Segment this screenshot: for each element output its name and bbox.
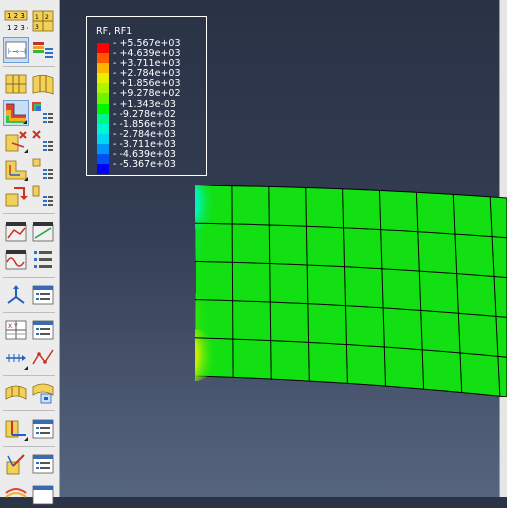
legend-swatch bbox=[97, 63, 109, 74]
tool-coordinate-system-manager[interactable] bbox=[30, 416, 56, 442]
tool-animate-harmonic[interactable] bbox=[3, 247, 29, 273]
tool-plot-symbols[interactable] bbox=[3, 128, 29, 154]
tool-symbol-options[interactable] bbox=[30, 128, 56, 154]
legend-swatch bbox=[97, 154, 109, 165]
legend-label: - -5.367e+03 bbox=[113, 159, 176, 171]
tool-numbered-elements[interactable]: 1 2 3 1 2 3 4 bbox=[3, 8, 29, 34]
animate-time-history-icon bbox=[5, 222, 27, 242]
tool-orientation-options[interactable] bbox=[30, 156, 56, 182]
contour-legend: RF, RF1 - +5.567e+03- +4.639e+03- +3.711… bbox=[86, 16, 207, 176]
tool-create-path[interactable] bbox=[3, 345, 29, 371]
element-set-icon: 1 2 3 bbox=[32, 10, 54, 32]
animation-options-icon bbox=[34, 251, 52, 268]
stream-icon bbox=[5, 488, 27, 498]
tool-plot-contours[interactable] bbox=[3, 100, 29, 126]
tool-contour-options[interactable] bbox=[30, 100, 56, 126]
fe-model-contour[interactable] bbox=[195, 185, 507, 397]
deformed-shape-icon bbox=[32, 74, 54, 95]
free-body-cut-icon bbox=[6, 454, 25, 475]
legend-title: RF, RF1 bbox=[96, 26, 133, 37]
contour-options-icon bbox=[32, 102, 53, 123]
numbering-icon: 1 2 3 1 2 3 4 bbox=[4, 10, 28, 32]
svg-text:3: 3 bbox=[35, 24, 39, 31]
tool-allow-multiple-plots[interactable] bbox=[3, 183, 29, 209]
toolbox-panel: 1 2 3 1 2 3 4 1 2 3 ⊦⊸⊣ bbox=[0, 0, 60, 505]
replace-display-group-icon bbox=[32, 383, 54, 404]
legend-swatch bbox=[97, 93, 109, 104]
tool-plot-undeformed[interactable] bbox=[3, 71, 29, 97]
tool-free-body-cut[interactable] bbox=[3, 451, 29, 477]
tool-stream[interactable] bbox=[3, 482, 29, 508]
tool-animate-time-history[interactable] bbox=[3, 219, 29, 245]
tool-create-field-output[interactable] bbox=[3, 282, 29, 308]
tool-plot-deformed[interactable] bbox=[30, 71, 56, 97]
xy-data-manager-icon bbox=[32, 320, 54, 340]
field-output-dialog-icon bbox=[32, 285, 54, 305]
tool-free-body-manager[interactable] bbox=[30, 451, 56, 477]
xy-data-icon: X Y bbox=[5, 320, 27, 340]
svg-text:1: 1 bbox=[35, 14, 39, 21]
tool-animate-scale-factor[interactable] bbox=[30, 219, 56, 245]
legend-swatch bbox=[97, 73, 109, 84]
tool-field-output-dialog[interactable] bbox=[30, 282, 56, 308]
free-body-manager-icon bbox=[32, 454, 54, 474]
field-output-icon bbox=[7, 285, 25, 304]
tool-xy-data-manager[interactable] bbox=[30, 317, 56, 343]
svg-text:⊦⊸⊣: ⊦⊸⊣ bbox=[8, 47, 26, 56]
undeformed-shape-icon bbox=[5, 74, 27, 94]
tool-stream-manager[interactable] bbox=[30, 482, 56, 508]
tool-element-sets[interactable]: 1 2 3 bbox=[30, 8, 56, 34]
view-cut-icon: ⊦⊸⊣ bbox=[5, 41, 27, 59]
svg-text:X Y: X Y bbox=[8, 323, 18, 330]
tool-coordinate-system[interactable] bbox=[3, 416, 29, 442]
svg-text:2: 2 bbox=[45, 14, 49, 21]
tool-create-display-group[interactable] bbox=[3, 380, 29, 406]
legend-labels: - +5.567e+03- +4.639e+03- +3.711e+03- +2… bbox=[113, 38, 181, 171]
tool-section-layers[interactable] bbox=[30, 37, 56, 63]
section-layers-icon bbox=[33, 42, 53, 58]
symbol-options-icon bbox=[32, 130, 53, 151]
multiple-plots-icon bbox=[5, 187, 28, 207]
legend-swatch bbox=[97, 53, 109, 64]
tool-create-xy-data[interactable]: X Y bbox=[3, 317, 29, 343]
tool-animation-options[interactable] bbox=[30, 247, 56, 273]
legend-swatch bbox=[97, 43, 109, 54]
svg-text:1 2 3: 1 2 3 bbox=[7, 12, 25, 20]
legend-color-bar bbox=[97, 43, 109, 175]
superimpose-options-icon bbox=[32, 185, 53, 206]
display-group-icon bbox=[5, 385, 27, 400]
legend-swatch bbox=[97, 123, 109, 134]
xy-plot-icon bbox=[32, 349, 54, 365]
stream-manager-icon bbox=[32, 485, 54, 505]
tool-replace-display-group[interactable] bbox=[30, 380, 56, 406]
tool-view-cut[interactable]: ⊦⊸⊣ bbox=[3, 37, 29, 63]
svg-text:1 2 3 4: 1 2 3 4 bbox=[7, 24, 28, 32]
legend-swatch bbox=[97, 143, 109, 155]
orientation-options-icon bbox=[32, 158, 53, 179]
legend-swatch bbox=[97, 83, 109, 94]
tool-superimpose-options[interactable] bbox=[30, 183, 56, 209]
legend-swatch bbox=[97, 103, 109, 114]
legend-swatch bbox=[97, 113, 109, 124]
tool-plot-material-orientation[interactable] bbox=[3, 156, 29, 182]
legend-swatch bbox=[97, 133, 109, 144]
animate-harmonic-icon bbox=[5, 250, 27, 270]
tool-xy-plot[interactable] bbox=[30, 345, 56, 371]
animate-scale-factor-icon bbox=[32, 222, 54, 242]
legend-swatch bbox=[97, 164, 109, 175]
coordinate-system-manager-icon bbox=[32, 419, 54, 439]
